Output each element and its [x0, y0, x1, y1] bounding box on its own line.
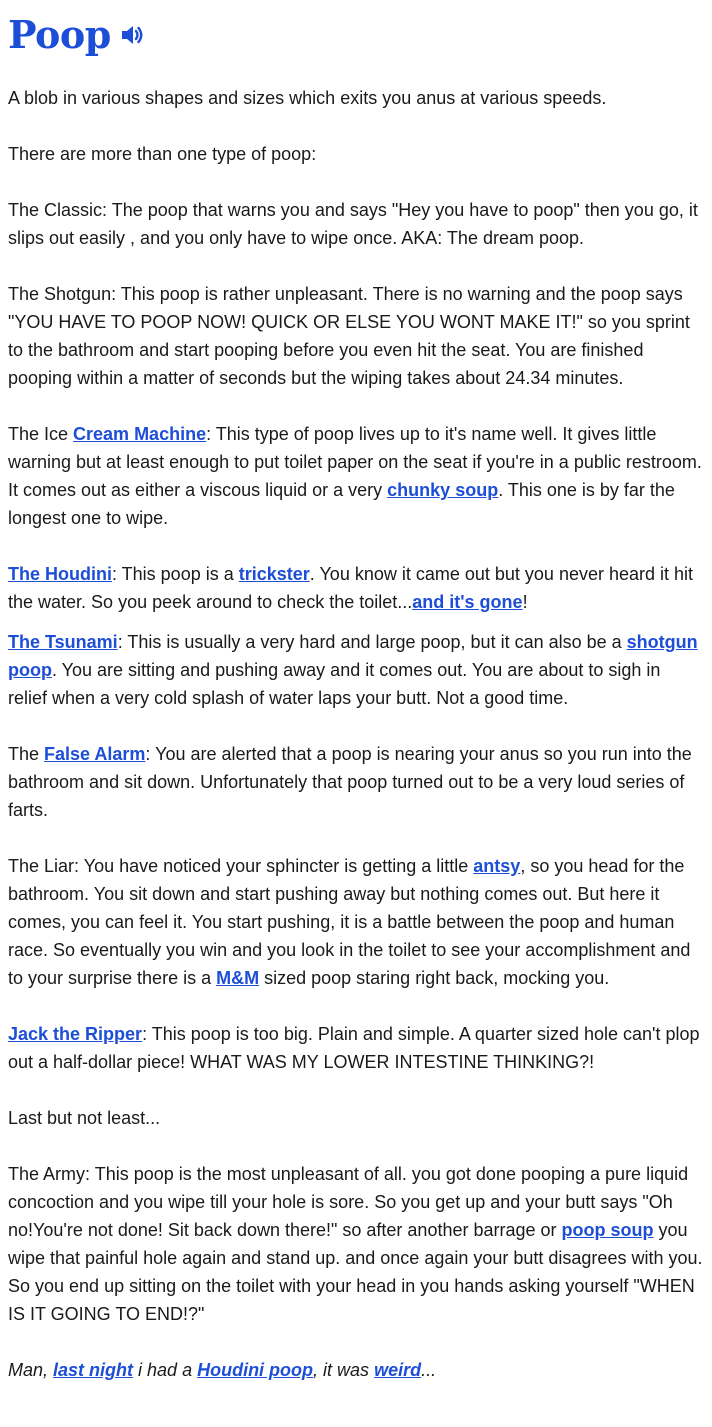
link-jack-the-ripper[interactable]: Jack the Ripper	[8, 1024, 142, 1044]
text-span: : This poop is a	[111, 564, 239, 584]
link-cream-machine[interactable]: Cream Machine	[73, 424, 206, 444]
link-houdini-poop[interactable]: Houdini poop	[197, 1360, 313, 1380]
link-the-tsunami[interactable]: The Tsunami	[8, 632, 118, 652]
link-m-and-m[interactable]: M&M	[216, 968, 259, 988]
link-weird[interactable]: weird	[374, 1360, 421, 1380]
definition-body: A blob in various shapes and sizes which…	[8, 84, 704, 1328]
link-false-alarm[interactable]: False Alarm	[44, 744, 145, 764]
text-span: . You are sitting and pushing away and i…	[8, 660, 661, 708]
definition-paragraph: The Liar: You have noticed your sphincte…	[8, 852, 704, 992]
definition-paragraph: The False Alarm: You are alerted that a …	[8, 740, 704, 824]
definition-paragraph: Jack the Ripper: This poop is too big. P…	[8, 1020, 704, 1076]
link-poop-soup[interactable]: poop soup	[562, 1220, 654, 1240]
definition-paragraph: The Houdini: This poop is a trickster. Y…	[8, 560, 704, 616]
definition-paragraph: The Shotgun: This poop is rather unpleas…	[8, 284, 690, 388]
text-span: , it was	[313, 1360, 375, 1380]
title-row: Poop	[8, 12, 704, 58]
text-span: The Liar: You have noticed your sphincte…	[8, 856, 474, 876]
text-span: Man,	[8, 1360, 54, 1380]
link-the-houdini[interactable]: The Houdini	[8, 564, 112, 584]
text-span: i had a	[133, 1360, 198, 1380]
text-span: The	[8, 744, 45, 764]
text-span: ...	[421, 1360, 437, 1380]
text-span: sized poop staring right back, mocking y…	[259, 968, 610, 988]
example-sentence: Man, last night i had a Houdini poop, it…	[8, 1356, 704, 1384]
link-antsy[interactable]: antsy	[473, 856, 520, 876]
definition-card: Poop A blob in various shapes and sizes …	[0, 0, 712, 1384]
definition-paragraph: The Classic: The poop that warns you and…	[8, 200, 698, 248]
text-span: The Ice	[8, 424, 74, 444]
definition-paragraph: The Ice Cream Machine: This type of poop…	[8, 420, 704, 532]
link-last-night[interactable]: last night	[53, 1360, 133, 1380]
definition-paragraph: The Tsunami: This is usually a very hard…	[8, 628, 704, 712]
definition-paragraph: Last but not least...	[8, 1108, 161, 1128]
link-chunky-soup[interactable]: chunky soup	[387, 480, 498, 500]
link-trickster[interactable]: trickster	[239, 564, 310, 584]
definition-paragraph: A blob in various shapes and sizes which…	[8, 88, 607, 108]
definition-paragraph: The Army: This poop is the most unpleasa…	[8, 1160, 704, 1328]
text-span: !	[522, 592, 528, 612]
definition-paragraph: There are more than one type of poop:	[8, 144, 317, 164]
text-span: : This is usually a very hard and large …	[117, 632, 627, 652]
link-and-its-gone[interactable]: and it's gone	[412, 592, 522, 612]
word-title[interactable]: Poop	[8, 12, 111, 58]
speaker-icon[interactable]	[119, 22, 145, 48]
